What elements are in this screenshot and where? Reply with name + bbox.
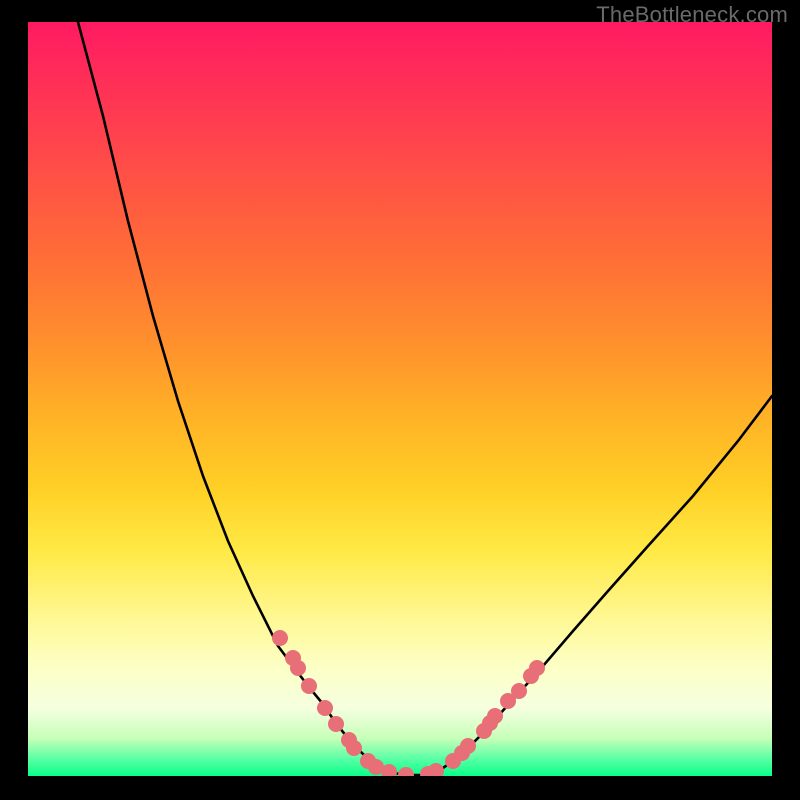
marker-dot	[428, 763, 444, 776]
watermark-text: TheBottleneck.com	[596, 2, 788, 28]
marker-dot	[272, 630, 288, 646]
chart-frame: TheBottleneck.com	[0, 0, 800, 800]
plot-area	[28, 22, 772, 776]
marker-dot	[460, 738, 476, 754]
marker-dot	[511, 683, 527, 699]
line-group	[78, 22, 772, 775]
valley-line	[78, 22, 772, 775]
marker-dot	[317, 700, 333, 716]
marker-dot	[328, 716, 344, 732]
marker-dot	[301, 678, 317, 694]
marker-dot	[346, 740, 362, 756]
marker-dot	[290, 660, 306, 676]
bottleneck-curve	[28, 22, 772, 776]
marker-dot	[529, 660, 545, 676]
marker-dot	[398, 767, 414, 776]
marker-dots	[272, 630, 545, 776]
marker-dot	[487, 708, 503, 724]
